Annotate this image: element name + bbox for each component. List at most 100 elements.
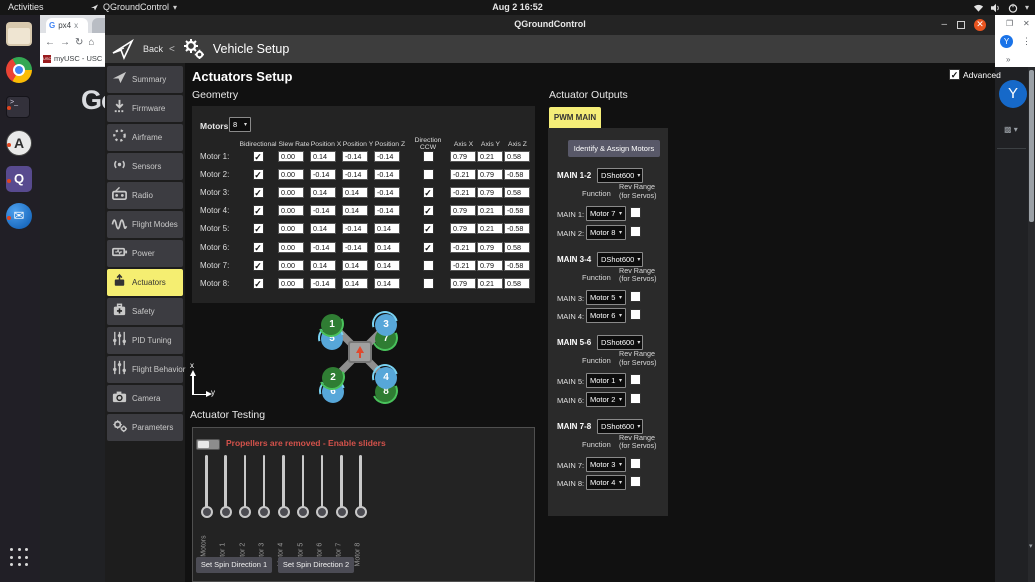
position-x-field[interactable]: 0.14 <box>310 223 336 234</box>
bidirectional-checkbox[interactable] <box>253 260 264 271</box>
advanced-option[interactable]: Advanced <box>949 69 1001 80</box>
axis-y-field[interactable]: 0.21 <box>477 278 503 289</box>
sidebar-item-pid-tuning[interactable]: PID Tuning <box>107 327 183 354</box>
position-y-field[interactable]: -0.14 <box>342 151 368 162</box>
slider-knob[interactable] <box>336 506 348 518</box>
position-y-field[interactable]: 0.14 <box>342 187 368 198</box>
direction-ccw-checkbox[interactable] <box>423 151 434 162</box>
profile-avatar[interactable]: Y <box>1000 35 1013 48</box>
axis-x-field[interactable]: -0.21 <box>450 187 476 198</box>
rev-range-checkbox[interactable] <box>630 476 641 487</box>
forward-icon[interactable]: → <box>60 37 70 48</box>
rev-range-checkbox[interactable] <box>630 207 641 218</box>
slider-knob[interactable] <box>220 506 232 518</box>
position-z-field[interactable]: 0.14 <box>374 242 400 253</box>
bidirectional-checkbox[interactable] <box>253 169 264 180</box>
reload-icon[interactable]: ↻ <box>75 37 83 48</box>
rev-range-checkbox[interactable] <box>630 458 641 469</box>
rev-range-checkbox[interactable] <box>630 291 641 302</box>
dock-qgroundcontrol-icon[interactable]: Q <box>6 166 34 194</box>
sidebar-item-radio[interactable]: Radio <box>107 182 183 209</box>
slider-knob[interactable] <box>239 506 251 518</box>
position-x-field[interactable]: -0.14 <box>310 242 336 253</box>
axis-z-field[interactable]: 0.58 <box>504 242 530 253</box>
advanced-checkbox[interactable] <box>949 69 960 80</box>
axis-y-field[interactable]: 0.79 <box>477 260 503 271</box>
sidebar-item-firmware[interactable]: Firmware <box>107 95 183 122</box>
position-x-field[interactable]: 0.14 <box>310 260 336 271</box>
direction-ccw-checkbox[interactable] <box>423 242 434 253</box>
slider-knob[interactable] <box>201 506 213 518</box>
direction-ccw-checkbox[interactable] <box>423 223 434 234</box>
protocol-dropdown[interactable]: DShot600▾ <box>597 335 643 350</box>
slew-rate-field[interactable]: 0.00 <box>278 169 304 180</box>
direction-ccw-checkbox[interactable] <box>423 260 434 271</box>
function-dropdown[interactable]: Motor 3▾ <box>586 457 626 472</box>
axis-z-field[interactable]: -0.58 <box>504 260 530 271</box>
function-dropdown[interactable]: Motor 7▾ <box>586 206 626 221</box>
function-dropdown[interactable]: Motor 5▾ <box>586 290 626 305</box>
axis-y-field[interactable]: 0.21 <box>477 151 503 162</box>
position-z-field[interactable]: 0.14 <box>374 278 400 289</box>
sidebar-item-sensors[interactable]: Sensors <box>107 153 183 180</box>
system-tray[interactable]: ▾ <box>973 1 1029 14</box>
protocol-dropdown[interactable]: DShot600▾ <box>597 168 643 183</box>
function-dropdown[interactable]: Motor 4▾ <box>586 475 626 490</box>
position-y-field[interactable]: 0.14 <box>342 205 368 216</box>
rev-range-checkbox[interactable] <box>630 393 641 404</box>
dock-terminal-icon[interactable]: >_ <box>6 94 34 122</box>
sidebar-item-summary[interactable]: Summary <box>107 66 183 93</box>
dock-chrome-icon[interactable] <box>6 57 34 85</box>
slew-rate-field[interactable]: 0.00 <box>278 205 304 216</box>
axis-y-field[interactable]: 0.21 <box>477 223 503 234</box>
slew-rate-field[interactable]: 0.00 <box>278 242 304 253</box>
axis-y-field[interactable]: 0.79 <box>477 242 503 253</box>
minimize-icon[interactable]: – <box>941 19 947 30</box>
axis-x-field[interactable]: -0.21 <box>450 260 476 271</box>
set-spin-direction-2-button[interactable]: Set Spin Direction 2 <box>278 557 354 573</box>
axis-z-field[interactable]: 0.58 <box>504 187 530 198</box>
slew-rate-field[interactable]: 0.00 <box>278 223 304 234</box>
function-dropdown[interactable]: Motor 2▾ <box>586 392 626 407</box>
position-x-field[interactable]: -0.14 <box>310 169 336 180</box>
bidirectional-checkbox[interactable] <box>253 187 264 198</box>
browser-tab-partial[interactable] <box>92 18 105 33</box>
position-x-field[interactable]: 0.14 <box>310 187 336 198</box>
sidebar-item-flight-behavior[interactable]: Flight Behavior <box>107 356 183 383</box>
position-y-field[interactable]: 0.14 <box>342 278 368 289</box>
axis-y-field[interactable]: 0.79 <box>477 169 503 180</box>
protocol-dropdown[interactable]: DShot600▾ <box>597 419 643 434</box>
bidirectional-checkbox[interactable] <box>253 242 264 253</box>
rev-range-checkbox[interactable] <box>630 374 641 385</box>
slider-knob[interactable] <box>297 506 309 518</box>
bookmarks-overflow-icon[interactable]: » <box>1006 55 1010 64</box>
slider-knob[interactable] <box>258 506 270 518</box>
axis-y-field[interactable]: 0.21 <box>477 205 503 216</box>
close-icon[interactable]: ✕ <box>974 19 986 31</box>
axis-x-field[interactable]: 0.79 <box>450 151 476 162</box>
bidirectional-checkbox[interactable] <box>253 205 264 216</box>
scrollbar-thumb[interactable] <box>1029 70 1034 222</box>
slider-knob[interactable] <box>316 506 328 518</box>
position-y-field[interactable]: 0.14 <box>342 260 368 271</box>
position-z-field[interactable]: -0.14 <box>374 187 400 198</box>
identify-assign-motors-button[interactable]: Identify & Assign Motors <box>568 140 660 157</box>
scroll-down-icon[interactable]: ▾ <box>1029 542 1033 550</box>
menu-kebab-icon[interactable]: ⋮ <box>1022 36 1031 47</box>
axis-x-field[interactable]: 0.79 <box>450 278 476 289</box>
sidebar-item-airframe[interactable]: Airframe <box>107 124 183 151</box>
bidirectional-checkbox[interactable] <box>253 223 264 234</box>
position-x-field[interactable]: -0.14 <box>310 278 336 289</box>
position-y-field[interactable]: -0.14 <box>342 242 368 253</box>
rev-range-checkbox[interactable] <box>630 309 641 320</box>
enable-sliders-toggle[interactable] <box>196 439 220 450</box>
axis-z-field[interactable]: -0.58 <box>504 223 530 234</box>
function-dropdown[interactable]: Motor 1▾ <box>586 373 626 388</box>
browser-tab[interactable]: G px4 x <box>46 18 88 33</box>
direction-ccw-checkbox[interactable] <box>423 278 434 289</box>
function-dropdown[interactable]: Motor 6▾ <box>586 308 626 323</box>
sidebar-item-parameters[interactable]: Parameters <box>107 414 183 441</box>
axis-z-field[interactable]: 0.58 <box>504 278 530 289</box>
page-control-icon[interactable]: ▩ ▾ <box>1004 125 1018 134</box>
close-icon[interactable]: ✕ <box>1023 19 1030 28</box>
